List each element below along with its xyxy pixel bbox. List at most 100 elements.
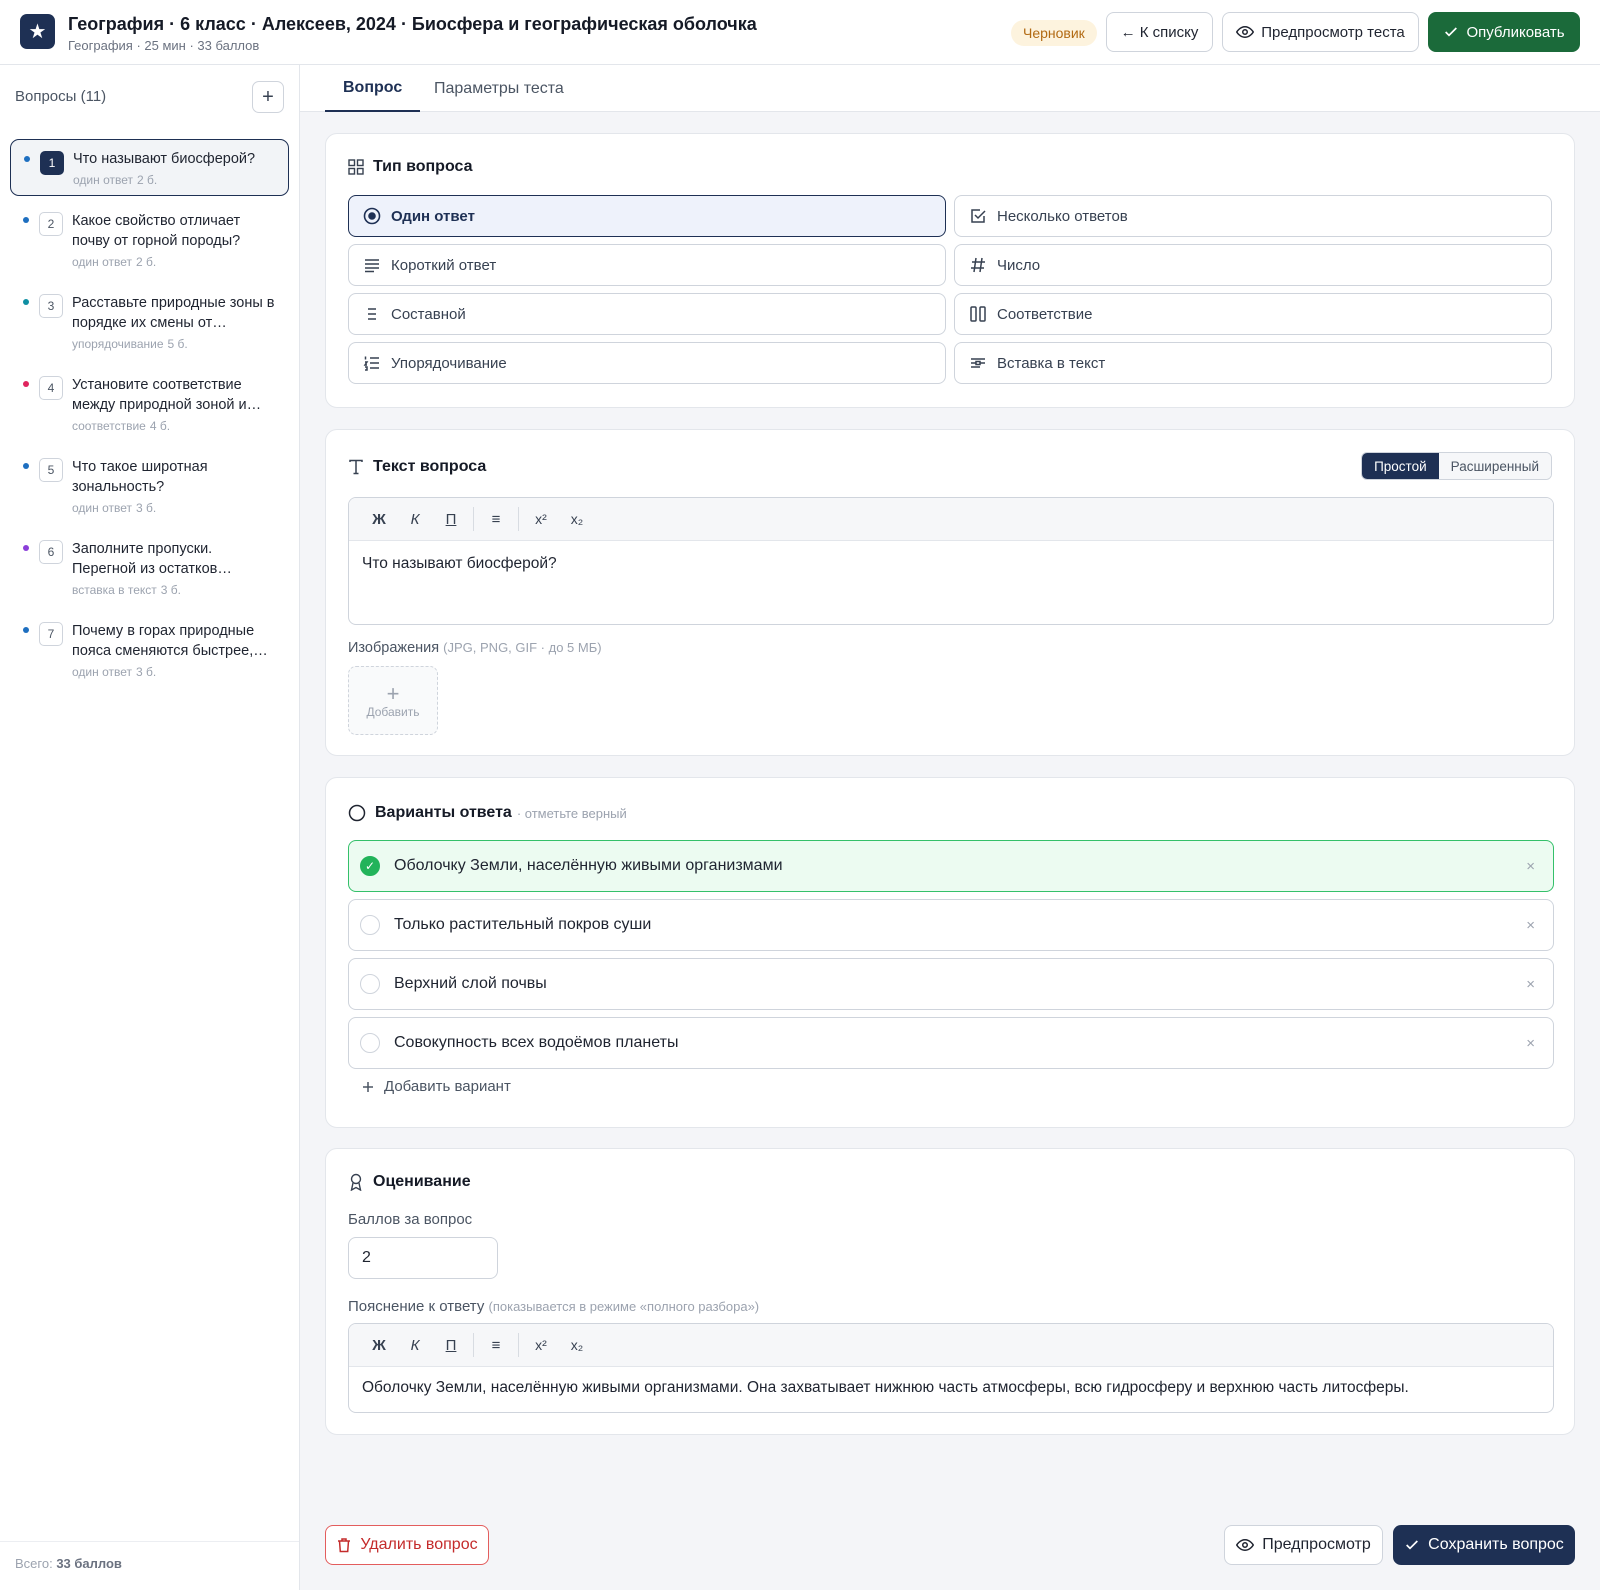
- explanation-label-text: Пояснение к ответу: [348, 1298, 485, 1315]
- tab-test-settings[interactable]: Параметры теста: [416, 65, 582, 112]
- remove-option-icon[interactable]: ×: [1526, 917, 1535, 934]
- remove-option-icon[interactable]: ×: [1526, 976, 1535, 993]
- remove-option-icon[interactable]: ×: [1526, 858, 1535, 875]
- answer-radio[interactable]: [360, 974, 380, 994]
- toolbar-divider: [518, 507, 519, 531]
- answer-options-title: Варианты ответа · отметьте верный: [348, 804, 627, 822]
- type-matching[interactable]: Соответствие: [954, 293, 1552, 335]
- subscript-button[interactable]: x₂: [559, 1330, 595, 1360]
- mode-simple-button[interactable]: Простой: [1362, 453, 1439, 479]
- question-title: Заполните пропуски. Перегной из остатков…: [72, 541, 232, 577]
- answer-option[interactable]: Только растительный покров суши ×: [348, 899, 1554, 951]
- question-dot: [23, 545, 29, 551]
- answer-options-hint: · отметьте верный: [516, 805, 627, 821]
- question-points: 2 б.: [136, 255, 157, 269]
- total-value: 33 баллов: [56, 1556, 122, 1571]
- correct-check-icon[interactable]: ✓: [360, 856, 380, 876]
- save-question-label: Сохранить вопрос: [1428, 1536, 1564, 1553]
- type-single-answer[interactable]: Один ответ: [348, 195, 946, 237]
- question-type: один ответ: [72, 501, 132, 515]
- add-image-button[interactable]: + Добавить: [348, 666, 438, 735]
- italic-button[interactable]: К: [397, 1330, 433, 1360]
- answer-radio[interactable]: [360, 1033, 380, 1053]
- type-text-insert[interactable]: Вставка в текст: [954, 342, 1552, 384]
- question-points: 3 б.: [160, 583, 182, 597]
- add-question-button[interactable]: +: [252, 81, 284, 113]
- tab-question[interactable]: Вопрос: [325, 65, 421, 112]
- type-number[interactable]: Число: [954, 244, 1552, 286]
- question-text-heading: Текст вопроса: [373, 458, 487, 475]
- explanation-hint: (показывается в режиме «полного разбора»…: [488, 1299, 760, 1314]
- question-number: 3: [39, 294, 63, 318]
- preview-test-button[interactable]: Предпросмотр теста: [1222, 12, 1419, 52]
- question-number: 5: [39, 458, 63, 482]
- bold-button[interactable]: Ж: [361, 1330, 397, 1360]
- type-label: Короткий ответ: [391, 256, 497, 274]
- underline-button[interactable]: П: [433, 1330, 469, 1360]
- question-item-2[interactable]: 2 Какое свойство отличает почву от горно…: [10, 201, 289, 277]
- delete-question-button[interactable]: Удалить вопрос: [325, 1525, 489, 1565]
- list-button[interactable]: ≡: [478, 504, 514, 534]
- answer-option[interactable]: Совокупность всех водоёмов планеты ×: [348, 1017, 1554, 1069]
- check-icon: [1445, 27, 1458, 37]
- question-number: 2: [39, 212, 63, 236]
- publish-button[interactable]: Опубликовать: [1428, 12, 1580, 52]
- delete-question-label: Удалить вопрос: [360, 1536, 478, 1553]
- explanation-input[interactable]: Оболочку Земли, населённую живыми органи…: [349, 1367, 1553, 1409]
- question-title: Какое свойство отличает почву от горной …: [72, 213, 241, 249]
- question-item-7[interactable]: 7 Почему в горах природные пояса сменяют…: [10, 611, 289, 687]
- answer-option[interactable]: Верхний слой почвы ×: [348, 958, 1554, 1010]
- question-type-heading: Тип вопроса: [373, 158, 473, 175]
- text-insert-icon: [971, 358, 985, 368]
- type-composite[interactable]: Составной: [348, 293, 946, 335]
- list-button[interactable]: ≡: [478, 1330, 514, 1360]
- type-multiple-answers[interactable]: Несколько ответов: [954, 195, 1552, 237]
- type-short-answer[interactable]: Короткий ответ: [348, 244, 946, 286]
- question-text-card: Текст вопроса Простой Расширенный Ж К П …: [325, 429, 1575, 756]
- plus-icon: +: [386, 680, 400, 706]
- superscript-button[interactable]: x²: [523, 504, 559, 534]
- italic-button[interactable]: К: [397, 504, 433, 534]
- toolbar-divider: [518, 1333, 519, 1357]
- add-option-button[interactable]: Добавить вариант: [362, 1078, 511, 1095]
- question-dot: [24, 156, 30, 162]
- plus-icon: [363, 1081, 373, 1092]
- question-text-editor: Ж К П ≡ x² x₂ Что называют биосферой?: [348, 497, 1554, 625]
- answer-text[interactable]: Верхний слой почвы: [394, 975, 547, 993]
- question-dot: [23, 217, 29, 223]
- bold-button[interactable]: Ж: [361, 504, 397, 534]
- question-type: упорядочивание: [72, 337, 164, 351]
- type-label: Несколько ответов: [997, 207, 1128, 225]
- question-type: вставка в текст: [72, 583, 157, 597]
- preview-question-label: Предпросмотр: [1262, 1536, 1371, 1553]
- question-item-5[interactable]: 5 Что такое широтная зональность? один от…: [10, 447, 289, 523]
- page-title: География · 6 класс · Алексеев, 2024 · Б…: [68, 14, 757, 34]
- answer-text[interactable]: Совокупность всех водоёмов планеты: [394, 1034, 678, 1052]
- question-title: Почему в горах природные пояса сменяются…: [72, 623, 268, 659]
- underline-button[interactable]: П: [433, 504, 469, 534]
- preview-question-button[interactable]: Предпросмотр: [1224, 1525, 1383, 1565]
- eye-icon: [1236, 25, 1255, 39]
- app-header: ★ География · 6 класс · Алексеев, 2024 ·…: [0, 0, 1600, 65]
- type-ordering[interactable]: Упорядочивание: [348, 342, 946, 384]
- question-text-input[interactable]: Что называют биосферой?: [349, 541, 1553, 587]
- answer-text[interactable]: Оболочку Земли, населённую живыми органи…: [394, 857, 783, 875]
- points-input[interactable]: 2: [348, 1237, 498, 1279]
- question-item-4[interactable]: 4 Установите соответствие между природно…: [10, 365, 289, 441]
- mode-advanced-button[interactable]: Расширенный: [1438, 453, 1551, 479]
- question-title: Что называют биосферой?: [73, 151, 256, 167]
- question-number: 6: [39, 540, 63, 564]
- answer-text[interactable]: Только растительный покров суши: [394, 916, 651, 934]
- question-item-1[interactable]: 1 Что называют биосферой? один ответ 2 б.: [10, 139, 289, 196]
- subscript-button[interactable]: x₂: [559, 504, 595, 534]
- question-item-6[interactable]: 6 Заполните пропуски. Перегной из остатк…: [10, 529, 289, 605]
- remove-option-icon[interactable]: ×: [1526, 1035, 1535, 1052]
- award-icon: [350, 1173, 362, 1191]
- total-label: Всего:: [15, 1556, 57, 1571]
- superscript-button[interactable]: x²: [523, 1330, 559, 1360]
- back-to-list-button[interactable]: ← К списку: [1106, 12, 1213, 52]
- answer-radio[interactable]: [360, 915, 380, 935]
- question-item-3[interactable]: 3 Расставьте природные зоны в порядке их…: [10, 283, 289, 359]
- save-question-button[interactable]: Сохранить вопрос: [1393, 1525, 1575, 1565]
- answer-option[interactable]: ✓ Оболочку Земли, населённую живыми орга…: [348, 840, 1554, 892]
